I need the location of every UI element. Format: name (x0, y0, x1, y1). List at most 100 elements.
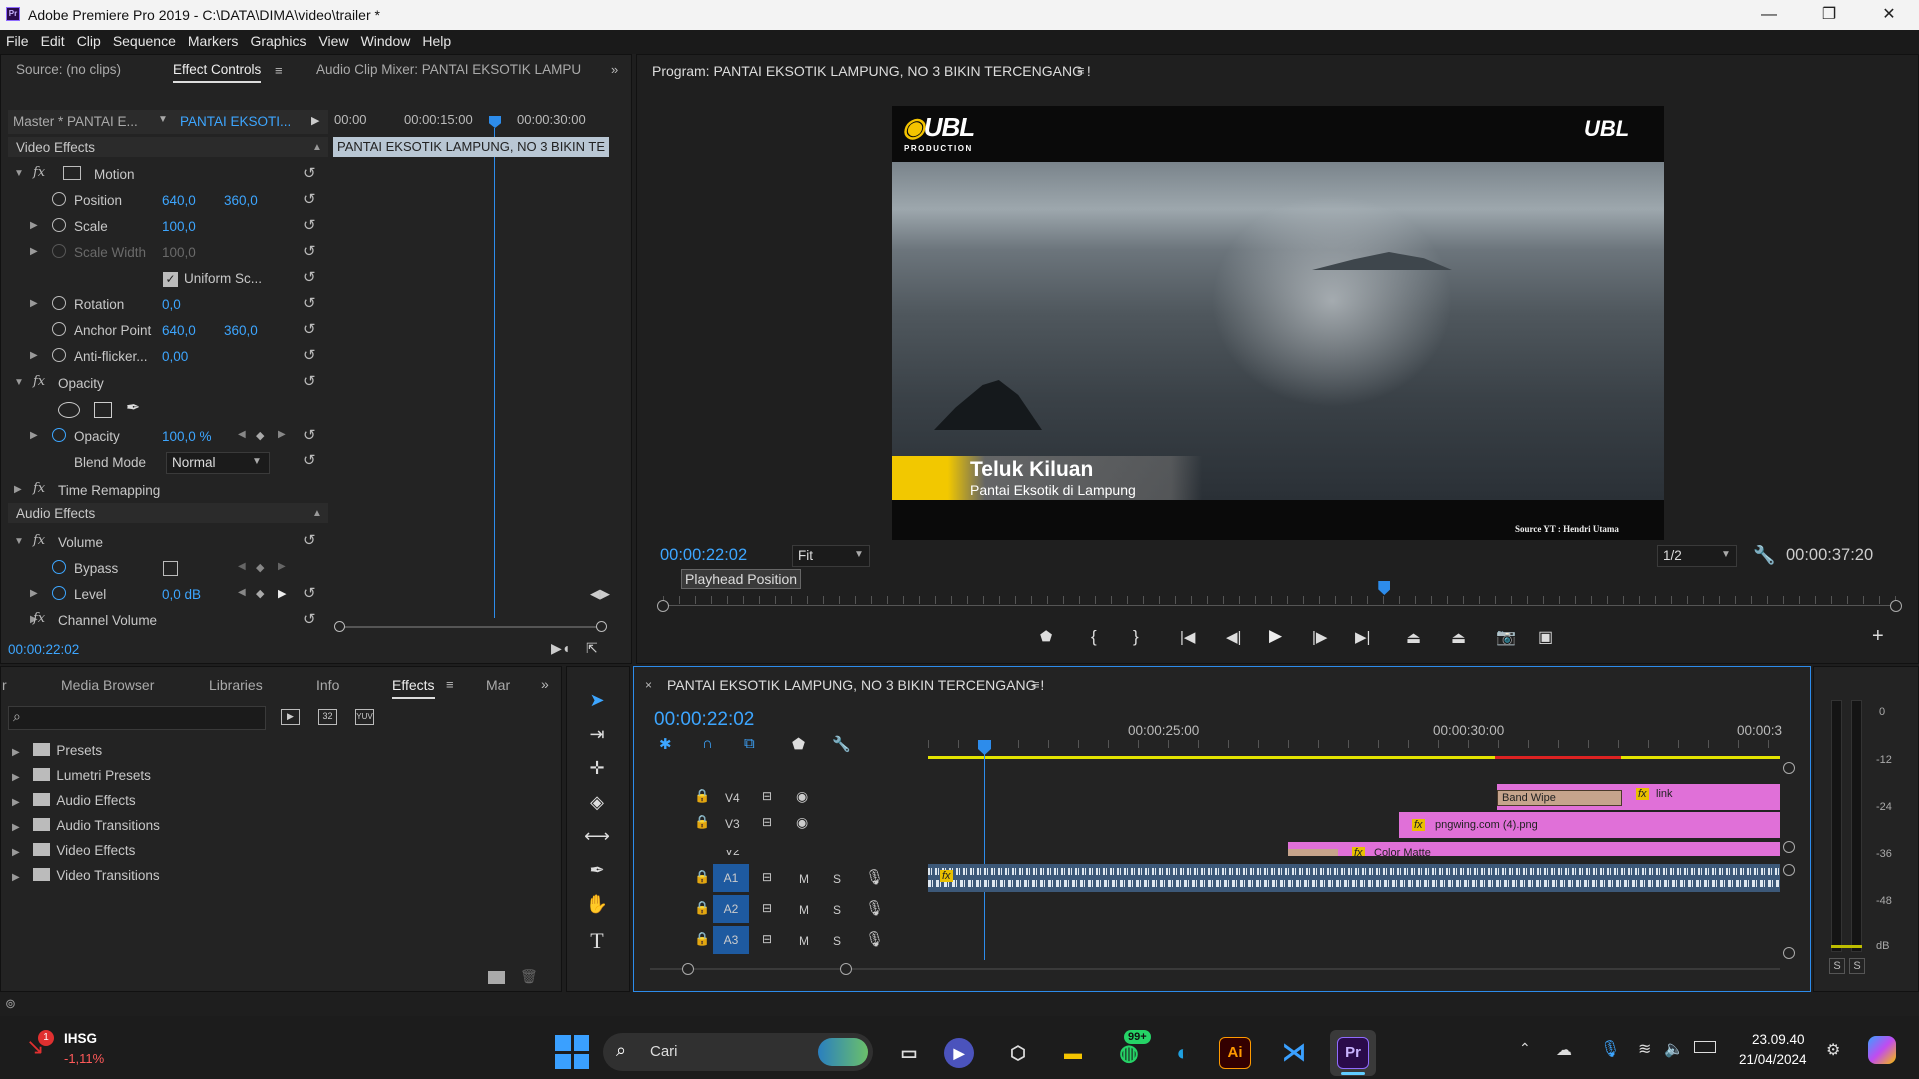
sync-lock-icon[interactable]: ⊟ (762, 932, 772, 946)
solo-left-button[interactable]: S (1829, 958, 1845, 974)
prev-keyframe-icon[interactable]: ◀ (238, 587, 246, 598)
reset-icon[interactable]: ↺ (303, 242, 316, 260)
battery-icon[interactable] (1694, 1041, 1716, 1053)
sync-lock-icon[interactable]: ⊟ (762, 870, 772, 884)
sync-lock-icon[interactable]: ⊟ (762, 789, 772, 803)
new-bin-icon[interactable] (488, 971, 505, 984)
ec-zoom-scrollbar[interactable] (339, 626, 603, 628)
panel-menu-icon[interactable]: ≡ (275, 63, 283, 78)
stopwatch-icon[interactable] (52, 560, 66, 577)
transition-band-wipe[interactable]: Band Wipe (1497, 790, 1622, 806)
chevron-down-icon[interactable]: ▼ (158, 114, 168, 125)
add-marker-icon[interactable]: ⬟ (792, 735, 805, 753)
menu-markers[interactable]: Markers (182, 30, 245, 52)
scroll-handle[interactable] (840, 963, 852, 975)
close-tab-icon[interactable]: × (645, 678, 652, 692)
scroll-handle[interactable] (682, 963, 694, 975)
reset-icon[interactable]: ↺ (303, 268, 316, 286)
panel-overflow-icon[interactable]: » (541, 676, 549, 692)
track-target-a2[interactable]: A2 (713, 895, 749, 923)
panel-overflow-icon[interactable]: » (611, 62, 618, 77)
prev-keyframe-icon[interactable]: ◀ (238, 561, 246, 572)
reset-icon[interactable]: ↺ (303, 294, 316, 312)
play-audio-icon[interactable]: ▶◖ (551, 640, 570, 657)
menu-clip[interactable]: Clip (71, 30, 107, 52)
accelerated-effects-icon[interactable]: ▶ (281, 709, 300, 725)
lock-icon[interactable]: 🔒 (694, 931, 710, 947)
master-clip-label[interactable]: Master * PANTAI E... (13, 114, 138, 129)
lock-icon[interactable]: 🔒 (694, 788, 710, 804)
disclosure-closed-icon[interactable]: ▶ (30, 220, 38, 231)
go-to-in-icon[interactable]: |◀ (1180, 628, 1195, 646)
menu-help[interactable]: Help (416, 30, 457, 52)
stopwatch-icon[interactable] (52, 586, 66, 603)
anti-flicker-value[interactable]: 0,00 (162, 349, 188, 364)
lock-icon[interactable]: 🔒 (694, 814, 710, 830)
disclosure-open-icon[interactable]: ▼ (14, 377, 24, 388)
microphone-icon[interactable]: 🎙 (865, 868, 884, 886)
add-marker-icon[interactable]: ⬟ (1040, 628, 1052, 645)
tab-audio-clip-mixer[interactable]: Audio Clip Mixer: PANTAI EKSOTIK LAMPU (316, 62, 581, 77)
collapse-icon[interactable]: ▲ (312, 508, 322, 519)
folder-presets[interactable]: ▶ Presets (12, 743, 102, 758)
track-label-v3[interactable]: V3 (725, 817, 740, 831)
add-keyframe-icon[interactable]: ◆ (256, 429, 264, 442)
stopwatch-icon[interactable] (52, 322, 66, 339)
zoom-handle[interactable] (1890, 600, 1902, 612)
position-y-value[interactable]: 360,0 (224, 193, 258, 208)
opacity-value[interactable]: 100,0 % (162, 429, 212, 444)
play-icon[interactable]: ▶ (1269, 626, 1282, 646)
clock-date[interactable]: 21/04/2024 (1739, 1052, 1807, 1067)
ec-clip-bar[interactable]: PANTAI EKSOTIK LAMPUNG, NO 3 BIKIN TE (333, 137, 609, 157)
menu-edit[interactable]: Edit (35, 30, 71, 52)
step-back-icon[interactable]: ◀| (1226, 628, 1241, 646)
anchor-y-value[interactable]: 360,0 (224, 323, 258, 338)
notification-icon[interactable]: ⚙ (1826, 1040, 1840, 1060)
pen-tool-icon[interactable]: ✒ (582, 860, 612, 888)
tab-libraries[interactable]: Libraries (209, 677, 263, 693)
vscode-icon[interactable]: ⋊ (1275, 1034, 1313, 1072)
fx-icon[interactable]: fx (33, 611, 45, 626)
lock-icon[interactable]: 🔒 (694, 869, 710, 885)
fx-icon[interactable]: fx (33, 374, 45, 389)
rectangle-mask-icon[interactable] (94, 402, 112, 418)
minimize-button[interactable]: — (1746, 0, 1792, 30)
panel-menu-icon[interactable]: ≡ (1077, 63, 1085, 78)
microphone-icon[interactable]: 🎙 (1600, 1039, 1620, 1059)
camera-icon[interactable]: 📷 (1496, 627, 1516, 647)
stopwatch-icon[interactable] (52, 348, 66, 365)
fx-icon[interactable]: fx (33, 533, 45, 548)
mute-button[interactable]: M (799, 934, 809, 948)
stopwatch-icon[interactable] (52, 192, 66, 209)
disclosure-closed-icon[interactable]: ▶ (30, 350, 38, 361)
disclosure-open-icon[interactable]: ▼ (14, 168, 24, 179)
audio-clip-a1[interactable]: fx (928, 864, 1780, 892)
prev-keyframe-icon[interactable]: ◀ (238, 429, 246, 440)
video-frame[interactable]: ◉UBL PRODUCTION UBL Teluk Kiluan Pantai … (892, 106, 1664, 540)
panel-menu-icon[interactable]: ≡ (446, 677, 454, 692)
clip-name-label[interactable]: PANTAI EKSOTI... (180, 114, 291, 129)
program-scrub-bar[interactable] (663, 605, 1896, 606)
nest-icon[interactable]: ✱ (659, 735, 672, 753)
play-only-clip-icon[interactable]: ▶ (311, 114, 319, 127)
ellipse-mask-icon[interactable] (58, 402, 80, 418)
tab-media-browser[interactable]: Media Browser (61, 677, 154, 693)
close-button[interactable]: ✕ (1866, 0, 1912, 30)
tray-overflow-icon[interactable]: ⌃ (1519, 1040, 1531, 1057)
effects-search-input[interactable] (8, 706, 266, 730)
reset-icon[interactable]: ↺ (303, 372, 316, 390)
mute-button[interactable]: M (799, 872, 809, 886)
folder-audio-transitions[interactable]: ▶ Audio Transitions (12, 818, 160, 833)
panel-menu-icon[interactable]: ≡ (1032, 677, 1040, 692)
scroll-handle[interactable] (596, 621, 607, 632)
reset-icon[interactable]: ↺ (303, 320, 316, 338)
reset-icon[interactable]: ↺ (303, 531, 316, 549)
folder-video-effects[interactable]: ▶ Video Effects (12, 843, 135, 858)
ec-timecode[interactable]: 00:00:22:02 (8, 642, 79, 657)
lock-icon[interactable]: 🔒 (694, 900, 710, 916)
reset-icon[interactable]: ↺ (303, 346, 316, 364)
clock-time[interactable]: 23.09.40 (1752, 1032, 1805, 1047)
selection-tool-icon[interactable]: ➤ (582, 690, 612, 718)
solo-right-button[interactable]: S (1849, 958, 1865, 974)
menu-view[interactable]: View (312, 30, 354, 52)
